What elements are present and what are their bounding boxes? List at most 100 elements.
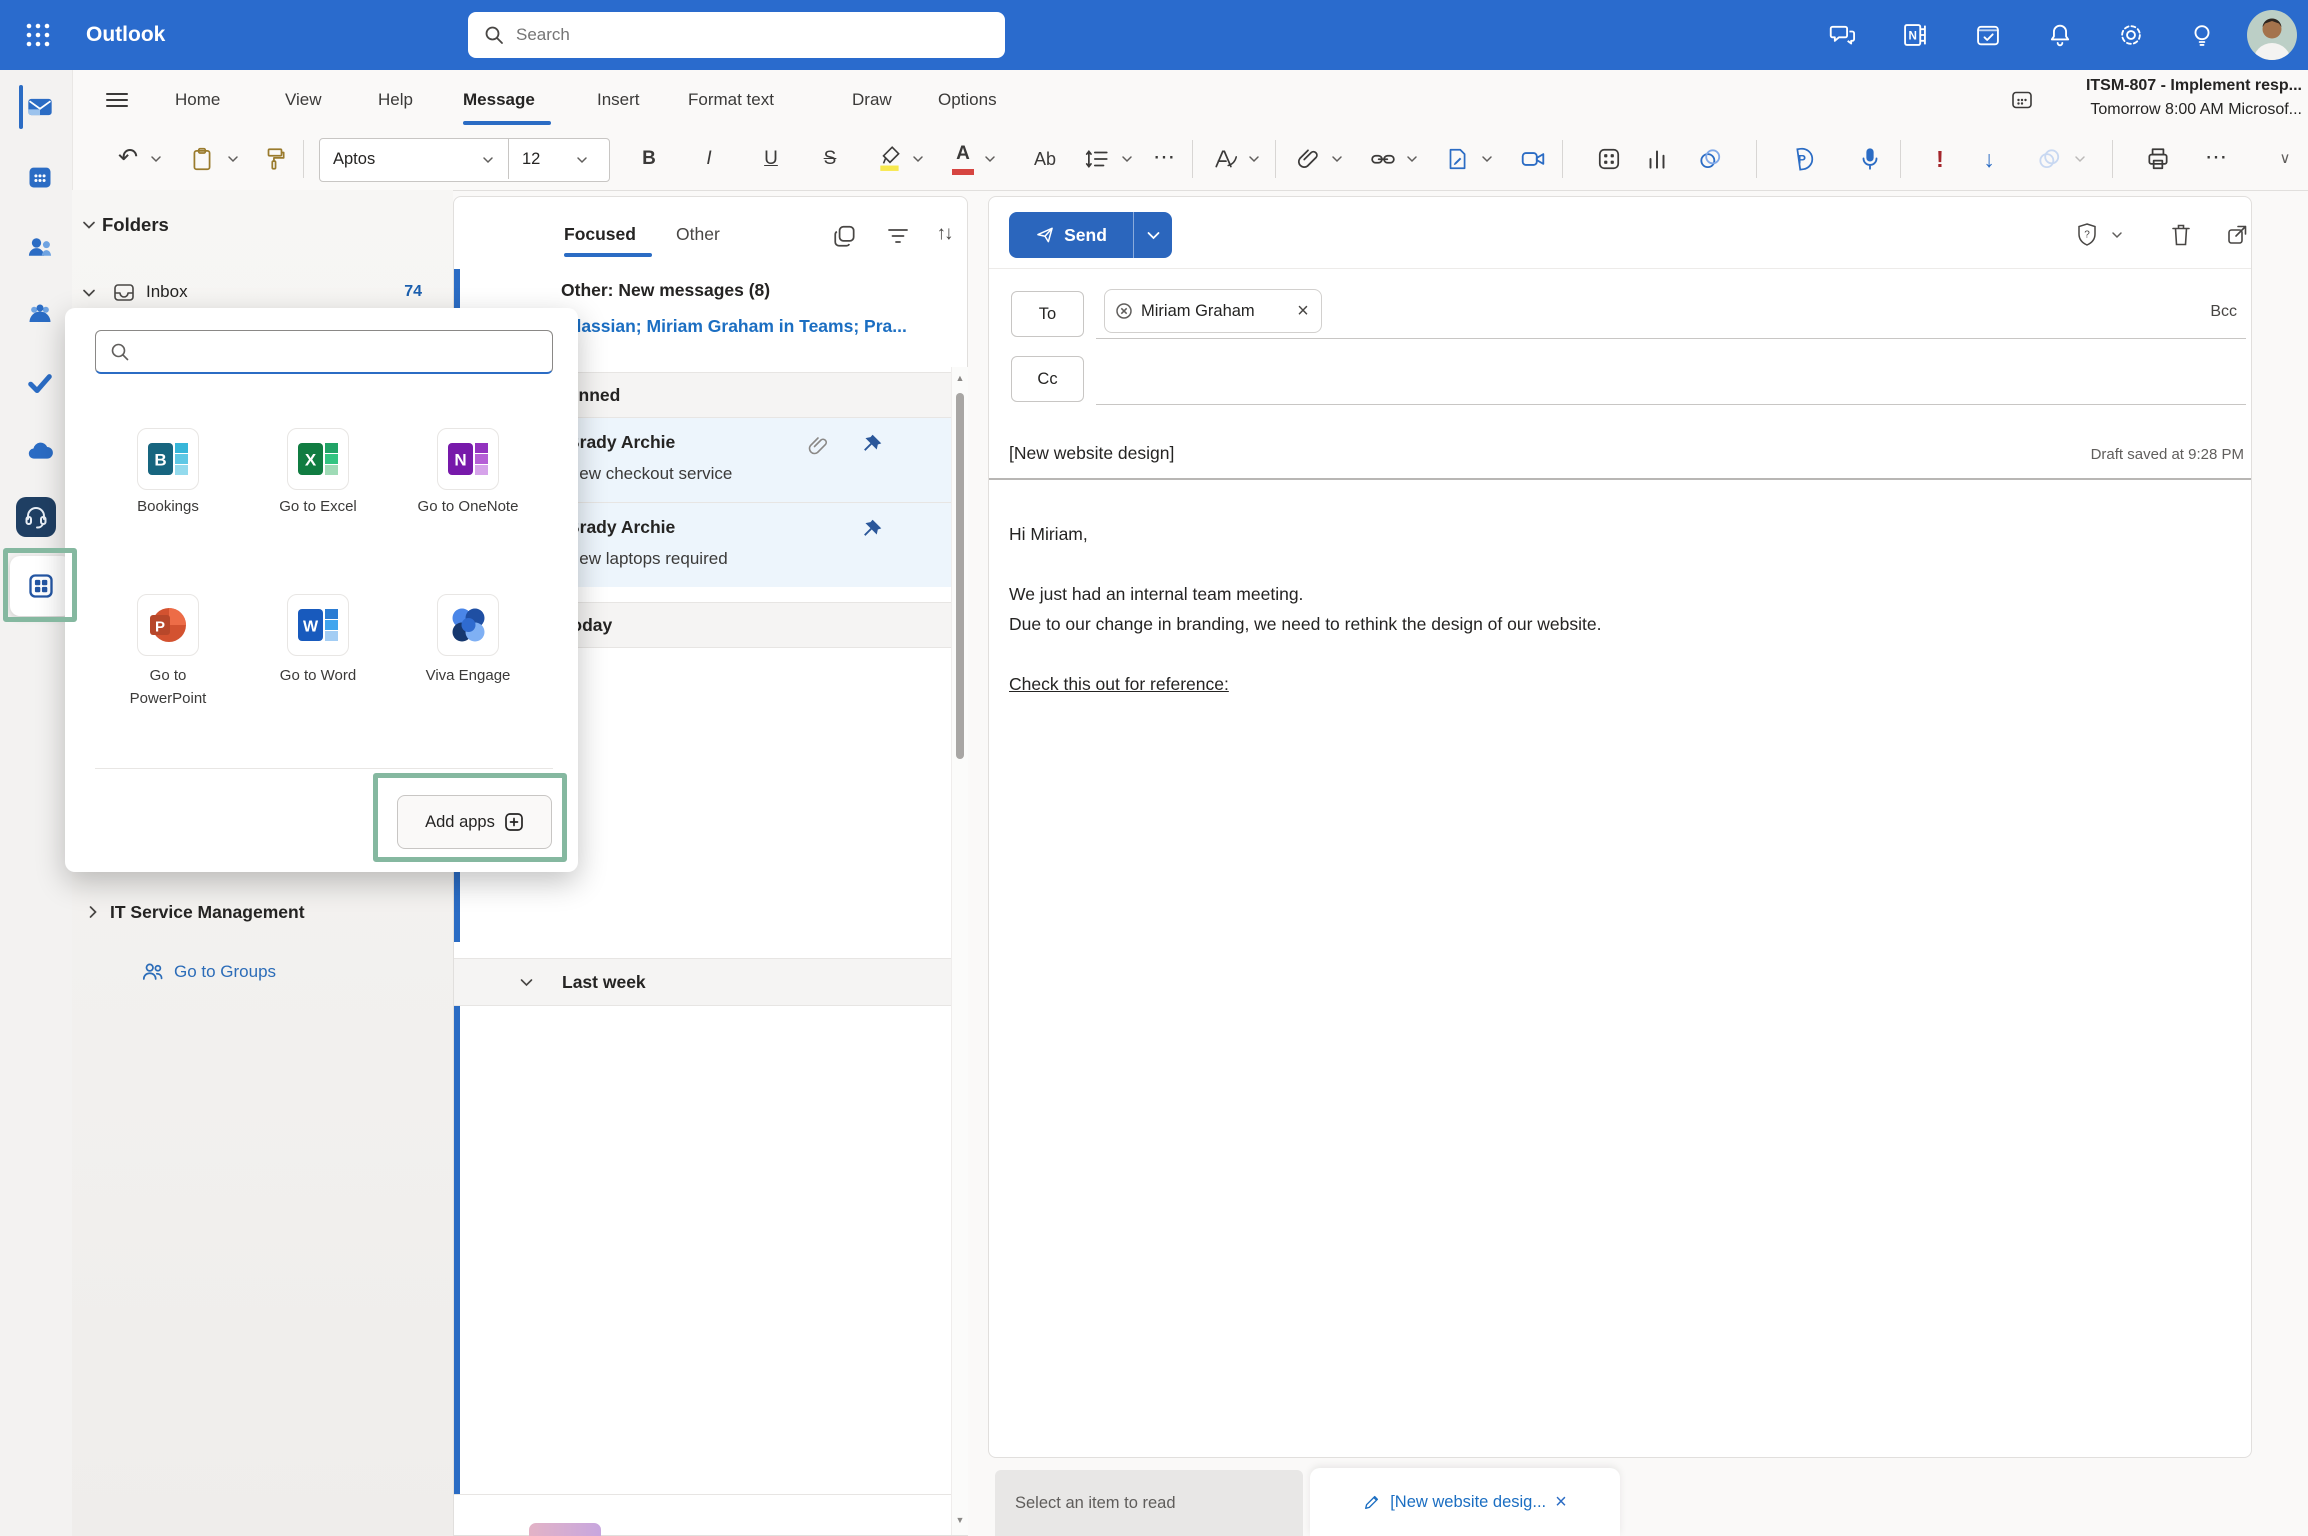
rail-people-icon[interactable] [26, 233, 54, 261]
cc-button[interactable]: Cc [1011, 356, 1084, 402]
banner-links[interactable]: Atlassian; Miriam Graham in Teams; Pra..… [558, 312, 950, 340]
bcc-button[interactable]: Bcc [2201, 297, 2237, 327]
app-tile-word[interactable]: W [287, 594, 349, 656]
subject-field[interactable]: [New website design] [1009, 437, 1174, 469]
clear-formatting-button[interactable]: Ab [1028, 130, 1062, 188]
send-options-chevron[interactable] [1133, 212, 1172, 258]
tab-other[interactable]: Other [676, 219, 720, 249]
draft-tab-close-icon[interactable]: × [1555, 1491, 1567, 1514]
styles-chevron-icon[interactable] [1248, 155, 1260, 163]
attach-chevron-icon[interactable] [1331, 155, 1343, 163]
search-input[interactable] [514, 12, 988, 58]
poll-button[interactable] [1644, 146, 1670, 172]
tab-options[interactable]: Options [938, 70, 997, 130]
folders-collapse-chevron-icon[interactable] [82, 220, 96, 230]
scrollbar-up-arrow[interactable]: ▲ [954, 371, 966, 385]
bold-button[interactable]: B [637, 130, 661, 188]
addins-button[interactable] [1596, 146, 1622, 172]
highlight-chevron-icon[interactable] [912, 155, 924, 163]
signature-button[interactable] [1444, 146, 1470, 172]
onenote-feed-icon[interactable]: N [1901, 21, 1929, 49]
low-importance-button[interactable]: ↓ [1977, 130, 2001, 188]
more-toolbar-options-button[interactable]: ⋯ [2203, 130, 2229, 188]
teams-chat-icon[interactable] [1829, 21, 1857, 49]
link-chevron-icon[interactable] [1406, 155, 1418, 163]
app-tile-excel[interactable]: X [287, 428, 349, 490]
pin-icon[interactable] [858, 517, 884, 543]
app-tile-bookings[interactable]: B [137, 428, 199, 490]
filter-icon[interactable] [886, 227, 910, 245]
strikethrough-button[interactable]: S [818, 130, 842, 188]
discard-trash-icon[interactable] [2169, 222, 2193, 248]
app-tile-viva-engage[interactable] [437, 594, 499, 656]
rail-support-headset-icon[interactable] [16, 497, 56, 537]
rail-calendar-icon[interactable] [26, 163, 54, 191]
section-header-last-week[interactable]: Last week [454, 958, 967, 1006]
multiselect-icon[interactable] [832, 223, 858, 249]
video-meeting-button[interactable] [1520, 146, 1546, 172]
attach-file-button[interactable] [1295, 146, 1321, 172]
banner-title[interactable]: Other: New messages (8) [561, 277, 770, 303]
collapse-ribbon-chevron[interactable]: ∨ [2272, 130, 2298, 188]
tab-home[interactable]: Home [175, 70, 220, 130]
draft-tab[interactable]: [New website desig... × [1310, 1468, 1620, 1536]
styles-button[interactable] [1213, 146, 1239, 172]
protection-chevron-icon[interactable] [2111, 231, 2123, 239]
font-size-chevron-icon[interactable] [576, 156, 588, 164]
font-color-chevron-icon[interactable] [984, 155, 996, 163]
italic-button[interactable]: I [697, 130, 721, 188]
paste-chevron-icon[interactable] [227, 155, 239, 163]
open-in-new-window-icon[interactable] [2225, 222, 2249, 248]
tab-format-text[interactable]: Format text [688, 70, 774, 130]
highlight-color-button[interactable] [877, 144, 903, 172]
to-button[interactable]: To [1011, 291, 1084, 337]
search-box[interactable] [468, 12, 1005, 58]
settings-gear-icon[interactable] [2117, 21, 2145, 49]
app-tile-onenote[interactable]: N [437, 428, 499, 490]
apps-search-box[interactable] [95, 330, 553, 374]
tab-view[interactable]: View [285, 70, 322, 130]
rail-onedrive-icon[interactable] [26, 437, 54, 465]
font-name-select[interactable]: Aptos [333, 139, 375, 179]
app-tile-powerpoint[interactable]: P [137, 594, 199, 656]
paste-button[interactable] [189, 146, 215, 172]
folder-itsm-row[interactable]: IT Service Management [72, 890, 442, 934]
tips-lightbulb-icon[interactable] [2188, 21, 2216, 49]
print-button[interactable] [2145, 146, 2171, 172]
inbox-expand-chevron-icon[interactable] [82, 288, 96, 298]
insert-link-button[interactable] [1370, 146, 1396, 172]
font-size-select[interactable]: 12 [522, 139, 540, 179]
pin-icon[interactable] [858, 432, 884, 458]
dictate-mic-button[interactable] [1857, 146, 1883, 172]
go-to-groups-link[interactable]: Go to Groups [72, 950, 442, 994]
sensitivity-chevron-icon[interactable] [2074, 155, 2086, 163]
font-color-button[interactable]: A [950, 140, 976, 178]
meeting-reminder[interactable]: ITSM-807 - Implement resp... Tomorrow 8:… [2000, 72, 2306, 124]
nav-hamburger-icon[interactable] [104, 88, 130, 112]
notifications-bell-icon[interactable] [2046, 21, 2074, 49]
tab-insert[interactable]: Insert [597, 70, 640, 130]
line-spacing-button[interactable] [1084, 146, 1110, 172]
reading-pane-tab[interactable]: Select an item to read [995, 1470, 1303, 1536]
scrollbar-thumb[interactable] [956, 393, 964, 759]
signature-chevron-icon[interactable] [1481, 155, 1493, 163]
undo-button[interactable]: ↶ [114, 130, 142, 188]
message-protection-shield-icon[interactable]: ? [2075, 222, 2099, 248]
loop-button[interactable] [1697, 146, 1723, 172]
format-painter-icon[interactable] [262, 146, 288, 172]
sort-icon[interactable]: ↑↓ [926, 219, 962, 249]
tab-focused[interactable]: Focused [564, 219, 636, 249]
tab-help[interactable]: Help [378, 70, 413, 130]
more-format-options-button[interactable]: ⋯ [1151, 130, 1177, 188]
underline-button[interactable]: U [759, 130, 783, 188]
p-badge-button[interactable]: P [1789, 146, 1815, 172]
sensitivity-button[interactable] [2036, 146, 2062, 172]
rail-mail-icon[interactable] [26, 93, 54, 121]
rail-todo-icon[interactable] [26, 369, 54, 397]
list-scrollbar[interactable]: ▲ ▼ [951, 367, 968, 1535]
account-avatar[interactable] [2247, 10, 2297, 60]
app-launcher-waffle-icon[interactable] [24, 21, 52, 49]
itsm-expand-chevron-icon[interactable] [88, 905, 98, 919]
high-importance-button[interactable]: ! [1930, 130, 1950, 188]
recipient-pill[interactable]: Miriam Graham × [1104, 289, 1322, 333]
